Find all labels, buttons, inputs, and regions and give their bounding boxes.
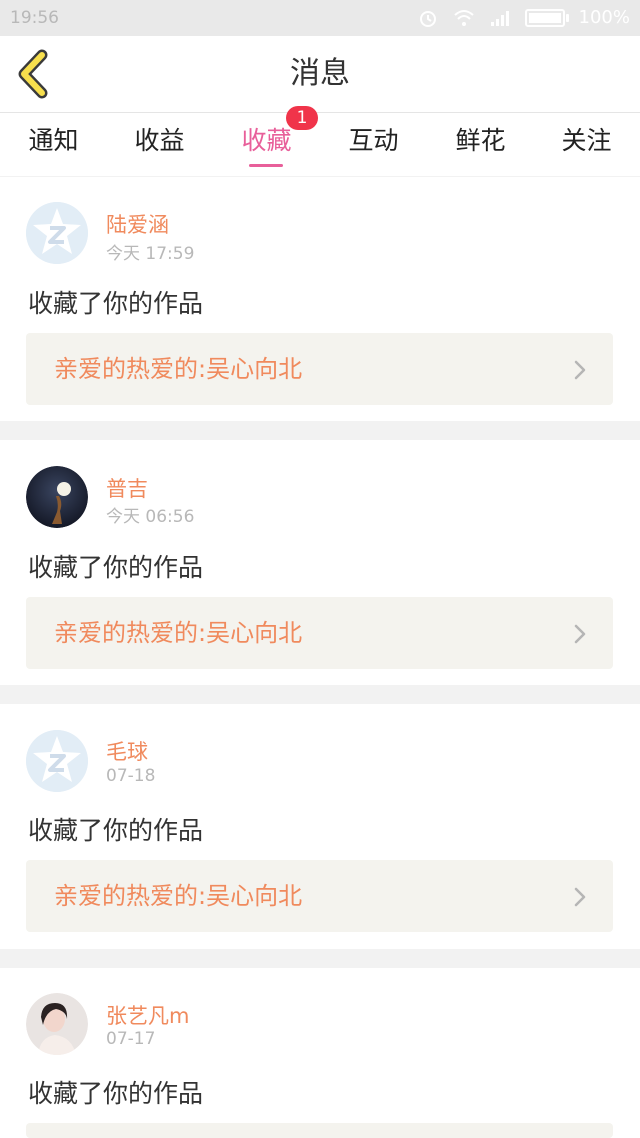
message-text: 收藏了你的作品 bbox=[28, 289, 204, 318]
unread-badge: 1 bbox=[286, 106, 318, 130]
work-title: 亲爱的热爱的:吴心向北 bbox=[54, 619, 303, 647]
message-item: 普吉 今天 06:56 收藏了你的作品 亲爱的热爱的:吴心向北 bbox=[0, 440, 640, 685]
status-icons: 100% bbox=[417, 0, 630, 36]
message-time: 今天 06:56 bbox=[106, 507, 195, 527]
tab-label: 互动 bbox=[348, 126, 399, 155]
avatar[interactable] bbox=[26, 466, 88, 528]
username[interactable]: 毛球 bbox=[106, 736, 148, 766]
wifi-icon bbox=[453, 10, 474, 26]
message-time: 07-17 bbox=[106, 1029, 156, 1049]
default-avatar-icon bbox=[26, 202, 88, 264]
header: 消息 bbox=[0, 36, 640, 113]
chevron-right-icon bbox=[574, 887, 586, 907]
status-bar: 19:56 100% bbox=[0, 0, 640, 36]
avatar[interactable] bbox=[26, 202, 88, 264]
tab-bar: 通知 收益 收藏 互动 鲜花 关注 bbox=[0, 113, 640, 176]
work-link[interactable]: 亲爱的热爱的:吴心向北 bbox=[26, 333, 613, 405]
tab-label: 收藏 bbox=[241, 126, 292, 155]
battery-percent: 100% bbox=[578, 7, 630, 28]
message-item: 张艺凡m 07-17 收藏了你的作品 bbox=[0, 968, 640, 1138]
work-link[interactable]: 亲爱的热爱的:吴心向北 bbox=[26, 860, 613, 932]
tab-label: 鲜花 bbox=[455, 126, 506, 155]
chevron-right-icon bbox=[574, 360, 586, 380]
username[interactable]: 张艺凡m bbox=[106, 1000, 189, 1030]
avatar[interactable] bbox=[26, 993, 88, 1055]
message-time: 今天 17:59 bbox=[106, 244, 195, 264]
tab-flowers[interactable]: 鲜花 bbox=[427, 113, 534, 176]
chevron-right-icon bbox=[574, 624, 586, 644]
tab-label: 收益 bbox=[134, 126, 185, 155]
avatar[interactable] bbox=[26, 730, 88, 792]
username[interactable]: 陆爱涵 bbox=[106, 209, 169, 239]
default-avatar-icon bbox=[26, 730, 88, 792]
status-time: 19:56 bbox=[10, 8, 59, 28]
signal-icon bbox=[490, 11, 509, 26]
tab-earnings[interactable]: 收益 bbox=[106, 113, 213, 176]
work-title: 亲爱的热爱的:吴心向北 bbox=[54, 355, 303, 383]
work-link[interactable] bbox=[26, 1123, 613, 1138]
tab-follows[interactable]: 关注 bbox=[533, 113, 640, 176]
tab-label: 通知 bbox=[28, 126, 79, 155]
tab-notifications[interactable]: 通知 bbox=[0, 113, 107, 176]
message-text: 收藏了你的作品 bbox=[28, 553, 204, 582]
user-photo bbox=[26, 466, 88, 528]
work-title: 亲爱的热爱的:吴心向北 bbox=[54, 882, 303, 910]
tab-interactions[interactable]: 互动 bbox=[320, 113, 427, 176]
message-item: 陆爱涵 今天 17:59 收藏了你的作品 亲爱的热爱的:吴心向北 bbox=[0, 177, 640, 421]
message-text: 收藏了你的作品 bbox=[28, 816, 204, 845]
battery-icon bbox=[524, 9, 569, 27]
username[interactable]: 普吉 bbox=[106, 473, 148, 503]
page-title: 消息 bbox=[290, 56, 350, 91]
user-photo bbox=[26, 993, 88, 1055]
work-link[interactable]: 亲爱的热爱的:吴心向北 bbox=[26, 597, 613, 669]
message-time: 07-18 bbox=[106, 766, 156, 786]
battery-level bbox=[528, 13, 561, 23]
tab-label: 关注 bbox=[561, 126, 612, 155]
message-item: 毛球 07-18 收藏了你的作品 亲爱的热爱的:吴心向北 bbox=[0, 704, 640, 949]
message-text: 收藏了你的作品 bbox=[28, 1079, 204, 1108]
alarm-icon bbox=[419, 11, 436, 27]
active-tab-indicator bbox=[249, 164, 283, 167]
